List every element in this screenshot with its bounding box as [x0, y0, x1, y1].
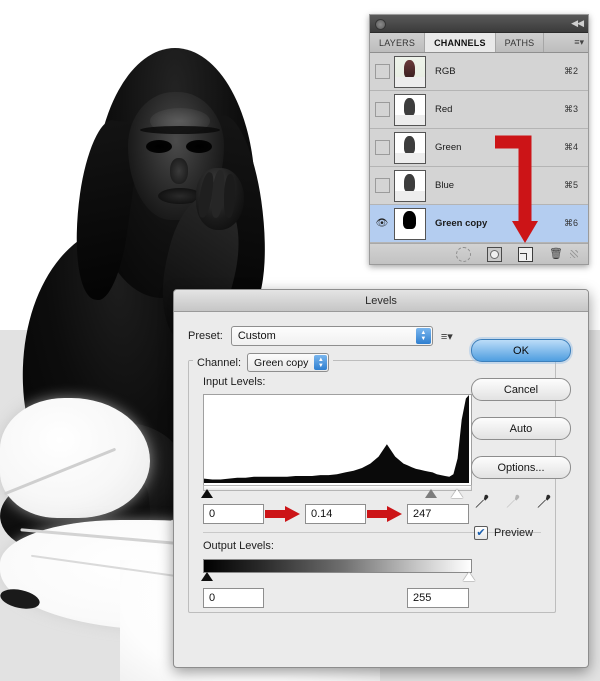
dialog-body: Preset: Custom ▲ ▼ ≡▾ Channel: Green cop… [174, 312, 588, 667]
subject-nose [170, 158, 188, 184]
channel-thumbnail-red [394, 93, 426, 126]
panel-tab-bar: LAYERS CHANNELS PATHS ≡▾ [370, 33, 588, 53]
preset-stepper-icon[interactable]: ▲ ▼ [415, 328, 431, 344]
tab-channels[interactable]: CHANNELS [425, 33, 496, 52]
channel-shortcut-green: ⌘4 [563, 142, 578, 152]
preset-value: Custom [237, 330, 276, 342]
dialog-title-bar[interactable]: Levels [174, 290, 588, 312]
chevron-down-icon: ▼ [420, 336, 427, 342]
panel-title-bar[interactable]: ◀◀ [370, 15, 588, 33]
set-black-point-eyedropper[interactable] [474, 494, 489, 509]
subject-brow [140, 126, 220, 134]
annotation-arrow-white [367, 506, 402, 522]
channel-name-rgb: RGB [435, 66, 456, 77]
visibility-toggle-green-copy[interactable]: 👁 [370, 218, 394, 229]
output-black-slider[interactable] [201, 572, 213, 581]
input-black-field[interactable]: 0 [203, 504, 264, 524]
eye-checkbox-icon[interactable] [374, 140, 390, 155]
channel-row: Channel: Green copy ▲ ▼ [193, 353, 334, 372]
channel-shortcut-green-copy: ⌘6 [563, 218, 578, 228]
channel-thumbnail-blue [394, 169, 426, 202]
chevron-down-icon: ▼ [317, 362, 324, 369]
preview-label: Preview [494, 527, 534, 539]
channel-row-rgb[interactable]: RGB ⌘2 [370, 53, 588, 91]
dialog-title: Levels [365, 294, 397, 307]
channel-label: Channel: [197, 356, 242, 369]
input-levels-label: Input Levels: [203, 376, 266, 388]
input-gamma-field[interactable]: 0.14 [305, 504, 366, 524]
channel-shortcut-red: ⌘3 [563, 104, 578, 114]
eyedropper-group [474, 494, 551, 509]
channel-row-green[interactable]: Green ⌘4 [370, 129, 588, 167]
histogram-plot [204, 395, 469, 483]
channel-thumbnail-green [394, 131, 426, 164]
channel-row-red[interactable]: Red ⌘3 [370, 91, 588, 129]
channel-row-green-copy[interactable]: 👁 Green copy ⌘6 [370, 205, 588, 243]
eye-checkbox-icon[interactable] [374, 178, 390, 193]
channel-row-blue[interactable]: Blue ⌘5 [370, 167, 588, 205]
create-new-channel-icon[interactable] [518, 246, 533, 262]
output-white-slider[interactable] [463, 572, 475, 581]
visibility-toggle-rgb[interactable] [370, 64, 394, 79]
eye-icon[interactable]: 👁 [376, 218, 389, 229]
channels-panel: ◀◀ LAYERS CHANNELS PATHS ≡▾ RGB ⌘2 Red ⌘… [369, 14, 589, 265]
preset-dropdown[interactable]: Custom ▲ ▼ [230, 326, 433, 346]
auto-button[interactable]: Auto [471, 417, 571, 440]
channel-shortcut-blue: ⌘5 [563, 180, 578, 190]
preset-options-menu-icon[interactable]: ≡▾ [441, 330, 453, 343]
channel-name-green-copy: Green copy [435, 218, 488, 229]
channel-name-blue: Blue [435, 180, 455, 191]
output-gradient-ramp[interactable] [203, 559, 472, 573]
tab-layers[interactable]: LAYERS [370, 33, 426, 52]
preview-row[interactable]: ✔ Preview [474, 526, 533, 540]
histogram[interactable] [203, 394, 472, 486]
channel-thumbnail-rgb [394, 55, 426, 88]
window-dot-icon[interactable] [375, 19, 386, 30]
channel-name-green: Green [435, 142, 462, 153]
bedding-pillow [0, 398, 150, 518]
channel-thumbnail-green-copy [394, 207, 426, 240]
annotation-arrow-gamma [265, 506, 300, 522]
preset-label: Preset: [188, 330, 223, 342]
channel-value: Green copy [254, 356, 309, 369]
output-black-field[interactable]: 0 [203, 588, 264, 608]
channel-shortcut-rgb: ⌘2 [563, 66, 578, 76]
input-white-field[interactable]: 247 [407, 504, 469, 524]
channel-stepper-icon[interactable]: ▲ ▼ [314, 355, 328, 370]
cancel-button[interactable]: Cancel [471, 378, 571, 401]
set-white-point-eyedropper[interactable] [536, 494, 551, 509]
visibility-toggle-green[interactable] [370, 140, 394, 155]
levels-dialog: Levels Preset: Custom ▲ ▼ ≡▾ Channel: Gr… [173, 289, 589, 668]
eye-checkbox-icon[interactable] [374, 102, 390, 117]
input-gamma-slider[interactable] [425, 489, 437, 498]
eye-checkbox-icon[interactable] [374, 64, 390, 79]
output-white-field[interactable]: 255 [407, 588, 469, 608]
panel-menu-icon[interactable]: ≡▾ [574, 37, 584, 48]
preset-row: Preset: Custom ▲ ▼ ≡▾ [188, 326, 453, 346]
preview-checkbox[interactable]: ✔ [474, 526, 488, 540]
channels-panel-toolbar: 🗑 [370, 243, 588, 264]
input-white-slider[interactable] [451, 489, 463, 498]
output-levels-label: Output Levels: [203, 540, 274, 552]
subject-eye-right [186, 140, 212, 153]
load-channel-as-selection-icon[interactable] [456, 246, 471, 262]
resize-grip[interactable] [570, 250, 578, 258]
input-black-slider[interactable] [201, 489, 213, 498]
visibility-toggle-blue[interactable] [370, 178, 394, 193]
set-gray-point-eyedropper[interactable] [505, 494, 520, 509]
checkmark-icon: ✔ [476, 526, 486, 539]
subject-eye-left [146, 140, 172, 153]
options-button[interactable]: Options... [471, 456, 571, 479]
channel-dropdown[interactable]: Green copy ▲ ▼ [247, 353, 330, 372]
channel-name-red: Red [435, 104, 453, 115]
channel-list: RGB ⌘2 Red ⌘3 Green ⌘4 Blue ⌘5 👁 Green c… [370, 53, 588, 243]
tab-paths[interactable]: PATHS [496, 33, 545, 52]
visibility-toggle-red[interactable] [370, 102, 394, 117]
save-selection-as-channel-icon[interactable] [487, 246, 502, 262]
collapse-panel-icon[interactable]: ◀◀ [571, 18, 584, 29]
delete-channel-icon[interactable]: 🗑 [549, 248, 563, 261]
ok-button[interactable]: OK [471, 339, 571, 362]
